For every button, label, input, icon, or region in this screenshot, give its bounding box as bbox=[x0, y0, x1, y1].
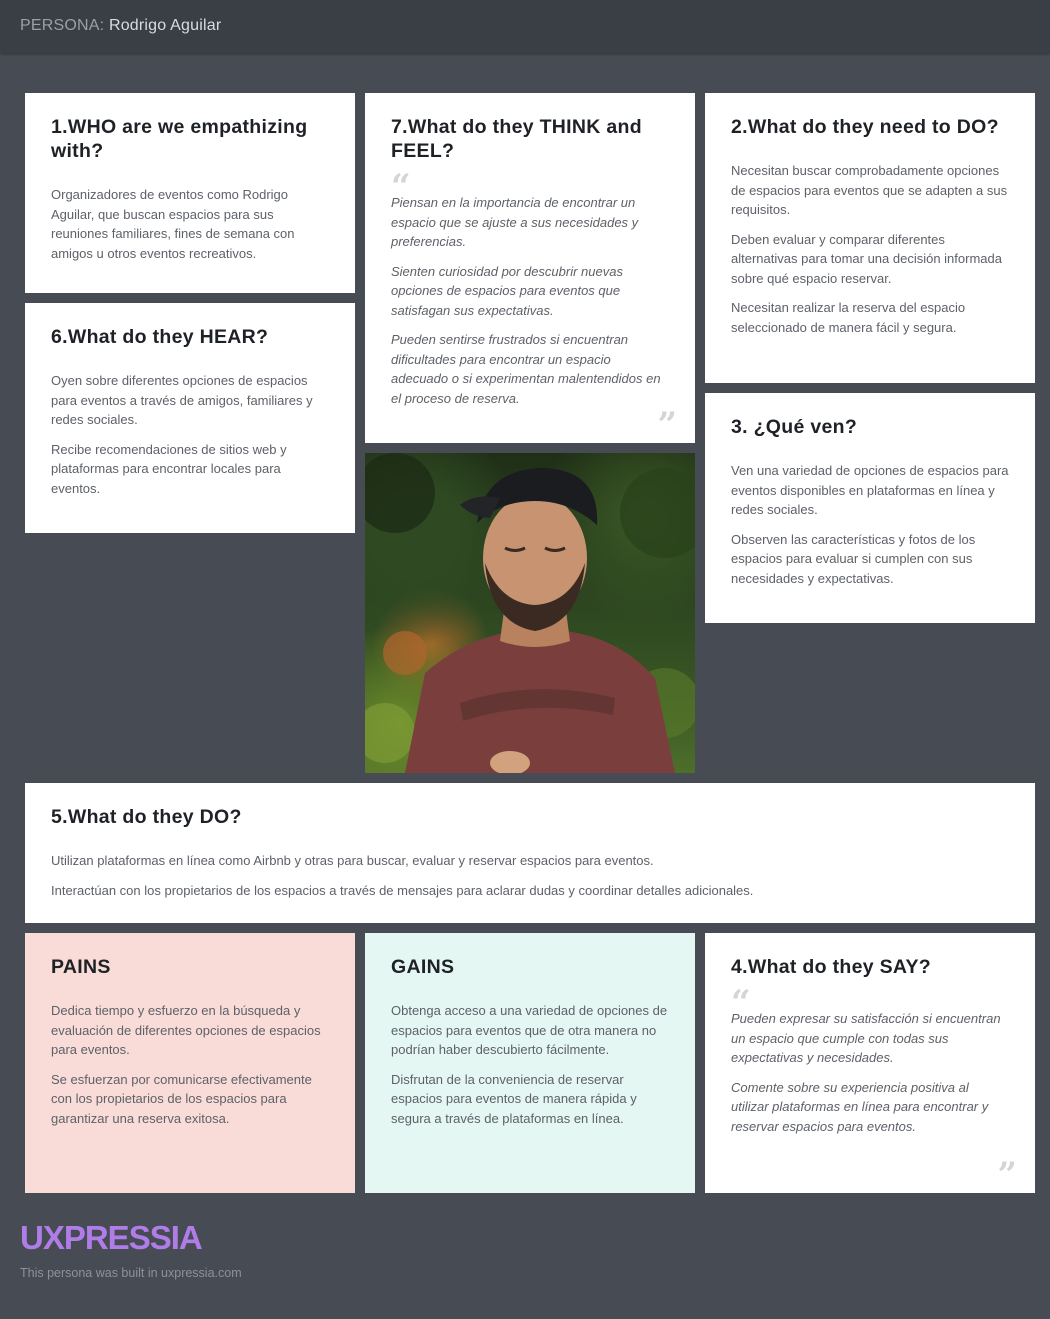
card-do-text-2: Interactúan con los propietarios de los … bbox=[51, 882, 754, 898]
card-see-text-2: Observen las características y fotos de … bbox=[731, 531, 976, 586]
card-hear-text-1: Oyen sobre diferentes opciones de espaci… bbox=[51, 373, 313, 427]
persona-title: PERSONA: Rodrigo Aguilar bbox=[20, 17, 221, 35]
card-think-feel-title: 7.What do they THINK and FEEL? bbox=[391, 116, 642, 162]
card-say-title: 4.What do they SAY? bbox=[731, 956, 932, 978]
footer-note: This persona was built in uxpressia.com bbox=[20, 1266, 242, 1280]
card-gains-text-1: Obtenga acceso a una variedad de opcione… bbox=[391, 1003, 668, 1057]
card-gains-title: GAINS bbox=[391, 956, 455, 978]
card-think-feel-text-1: Piensan en la importancia de encontrar u… bbox=[391, 195, 639, 249]
card-who-text: Organizadores de eventos como Rodrigo Ag… bbox=[51, 187, 295, 261]
persona-prefix: PERSONA: bbox=[20, 17, 105, 34]
quote-close-icon: ” bbox=[657, 405, 677, 445]
card-pains-text-1: Dedica tiempo y esfuerzo en la búsqueda … bbox=[51, 1003, 321, 1057]
card-pains: PAINS Dedica tiempo y esfuerzo en la bús… bbox=[25, 933, 355, 1193]
card-need-do-title: 2.What do they need to DO? bbox=[731, 116, 999, 138]
card-think-feel-text-2: Sienten curiosidad por descubrir nuevas … bbox=[391, 263, 623, 318]
card-need-do: 2.What do they need to DO? Necesitan bus… bbox=[705, 93, 1035, 383]
card-say-text-1: Pueden expresar su satisfacción si encue… bbox=[731, 1011, 1001, 1065]
card-see-title: 3. ¿Qué ven? bbox=[731, 416, 858, 438]
card-gains: GAINS Obtenga acceso a una variedad de o… bbox=[365, 933, 695, 1193]
persona-photo-illustration bbox=[365, 453, 695, 773]
quote-close-icon: ” bbox=[997, 1155, 1017, 1195]
quote-open-icon: “ bbox=[731, 983, 751, 1023]
card-pains-title: PAINS bbox=[51, 956, 111, 978]
card-hear-title: 6.What do they HEAR? bbox=[51, 326, 269, 348]
card-see-text-1: Ven una variedad de opciones de espacios… bbox=[731, 463, 1009, 517]
card-who: 1.WHO are we empathizing with? Organizad… bbox=[25, 93, 355, 293]
top-bar: PERSONA: Rodrigo Aguilar bbox=[0, 0, 1050, 53]
persona-photo bbox=[365, 453, 695, 773]
persona-name: Rodrigo Aguilar bbox=[108, 17, 222, 34]
card-need-do-text-3: Necesitan realizar la reserva del espaci… bbox=[731, 300, 966, 335]
card-do: 5.What do they DO? Utilizan plataformas … bbox=[25, 783, 1035, 923]
card-need-do-text-1: Necesitan buscar comprobadamente opcione… bbox=[731, 163, 1008, 217]
quote-open-icon: “ bbox=[391, 167, 411, 207]
card-think-feel: 7.What do they THINK and FEEL? “ Piensan… bbox=[365, 93, 695, 443]
card-hear: 6.What do they HEAR? Oyen sobre diferent… bbox=[25, 303, 355, 533]
card-think-feel-text-3: Pueden sentirse frustrados si encuentran… bbox=[391, 332, 661, 406]
card-need-do-text-2: Deben evaluar y comparar diferentes alte… bbox=[731, 231, 1002, 286]
card-who-title: 1.WHO are we empathizing with? bbox=[51, 116, 308, 162]
card-pains-text-2: Se esfuerzan por comunicarse efectivamen… bbox=[51, 1071, 312, 1126]
card-do-text-1: Utilizan plataformas en línea como Airbn… bbox=[51, 853, 654, 868]
card-hear-text-2: Recibe recomendaciones de sitios web y p… bbox=[51, 441, 287, 496]
card-see: 3. ¿Qué ven? Ven una variedad de opcione… bbox=[705, 393, 1035, 623]
card-gains-text-2: Disfrutan de la conveniencia de reservar… bbox=[391, 1071, 637, 1126]
card-say: 4.What do they SAY? “ Pueden expresar su… bbox=[705, 933, 1035, 1193]
card-say-text-2: Comente sobre su experiencia positiva al… bbox=[731, 1079, 989, 1134]
uxpressia-logo[interactable]: UXPRESSIA bbox=[20, 1219, 203, 1257]
card-do-title: 5.What do they DO? bbox=[51, 806, 242, 828]
